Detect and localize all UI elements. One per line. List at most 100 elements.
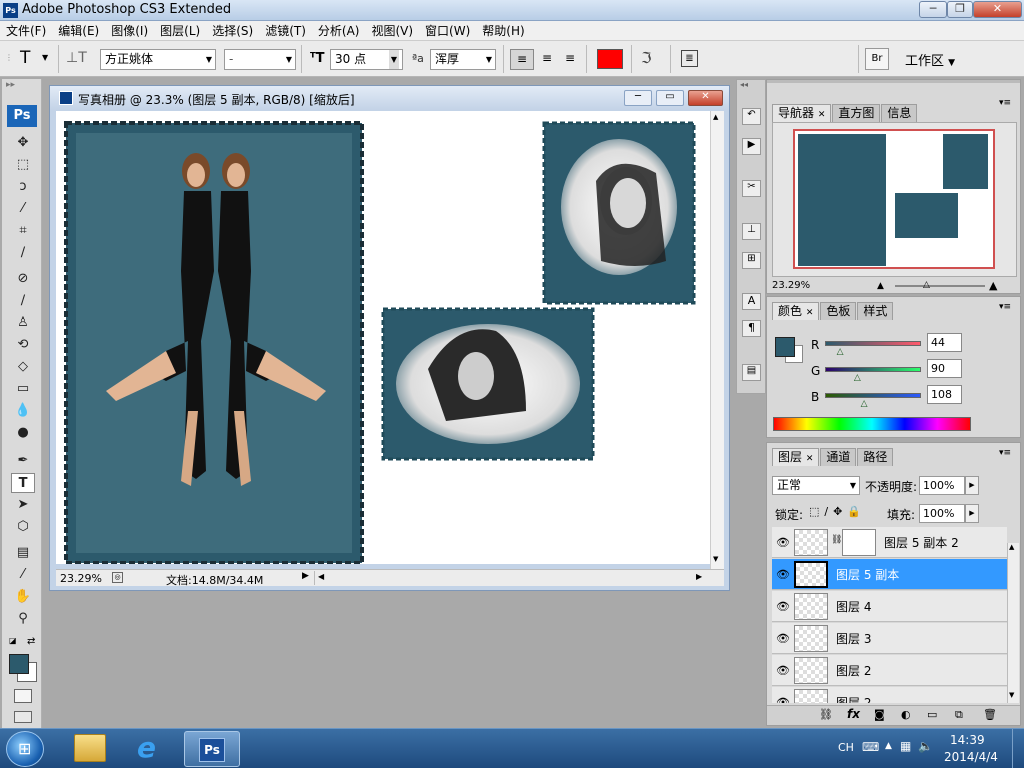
add-mask-icon[interactable]: ◙	[874, 708, 885, 721]
bridge-icon[interactable]: Br	[865, 48, 889, 70]
text-orientation-icon[interactable]: ⊥T	[66, 50, 87, 66]
panel-menu-icon[interactable]: ▾≡	[999, 302, 1011, 312]
r-slider-handle[interactable]: △	[837, 347, 844, 357]
fill-input[interactable]: 100%	[919, 504, 965, 523]
scroll-right-icon[interactable]: ▶	[696, 572, 702, 581]
photoshop-app-icon[interactable]: Ps	[3, 3, 18, 18]
panel-menu-icon[interactable]: ▾≡	[999, 448, 1011, 458]
clock-time[interactable]: 14:39	[950, 733, 985, 747]
eye-icon[interactable]: 👁	[776, 696, 790, 703]
type-tool-preset-icon[interactable]: T	[20, 48, 30, 68]
dodge-tool-icon[interactable]: ●	[11, 423, 35, 443]
tab-styles[interactable]: 样式	[857, 302, 894, 320]
expand-icon[interactable]: ◂◂	[740, 80, 748, 89]
menu-filter[interactable]: 滤镜(T)	[259, 21, 312, 41]
doc-minimize-button[interactable]: ─	[624, 90, 652, 106]
scroll-left-icon[interactable]: ◀	[318, 572, 324, 581]
tab-paths[interactable]: 路径	[857, 448, 894, 466]
marquee-tool-icon[interactable]: ⬚	[11, 155, 35, 175]
opacity-arrow-icon[interactable]: ▶	[965, 476, 979, 495]
history-brush-tool-icon[interactable]: ⟲	[11, 335, 35, 355]
menu-analysis[interactable]: 分析(A)	[312, 21, 366, 41]
align-center-icon[interactable]: ≡	[537, 49, 557, 70]
character-panel-icon[interactable]: ≣	[681, 50, 698, 67]
keyboard-icon[interactable]: ⌨	[862, 740, 879, 754]
type-tool-icon[interactable]: T	[11, 473, 35, 493]
zoom-level[interactable]: 23.29%	[60, 572, 102, 585]
menu-window[interactable]: 窗口(W)	[419, 21, 476, 41]
eye-icon[interactable]: 👁	[776, 600, 790, 613]
ie-taskbar-button[interactable]: e	[123, 731, 179, 767]
quick-mask-icon[interactable]	[14, 689, 32, 703]
gradient-tool-icon[interactable]: ▭	[11, 379, 35, 399]
new-group-icon[interactable]: ▭	[927, 708, 937, 721]
g-value[interactable]: 90	[927, 359, 962, 378]
zoom-slider[interactable]	[895, 285, 985, 287]
tab-info[interactable]: 信息	[881, 104, 918, 122]
clone-source-icon[interactable]: ⊞	[742, 252, 761, 269]
volume-icon[interactable]: 🔈	[918, 739, 933, 753]
antialias-select[interactable]: 浑厚 ▼	[430, 49, 496, 70]
layer-row[interactable]: 👁 图层 4	[772, 591, 1007, 622]
opacity-input[interactable]: 100%	[919, 476, 965, 495]
tab-layers[interactable]: 图层 ✕	[772, 448, 820, 466]
layer-row[interactable]: 👁 图层 3	[772, 623, 1007, 654]
magic-wand-tool-icon[interactable]: ⁄	[11, 199, 35, 219]
doc-close-button[interactable]: ✕	[688, 90, 723, 106]
slice-tool-icon[interactable]: ∕	[11, 243, 35, 263]
swap-colors-icon[interactable]: ⇄	[27, 636, 35, 647]
move-tool-icon[interactable]: ✥	[11, 133, 35, 153]
zoom-tool-icon[interactable]: ⚲	[11, 609, 35, 629]
color-fg-swatch[interactable]	[775, 337, 795, 357]
layer-row[interactable]: 👁 图层 2	[772, 655, 1007, 686]
show-desktop-button[interactable]	[1012, 729, 1024, 768]
menu-image[interactable]: 图像(I)	[105, 21, 154, 41]
photoshop-taskbar-button[interactable]: Ps	[184, 731, 240, 767]
link-icon[interactable]: ⛓	[831, 535, 842, 545]
notes-tool-icon[interactable]: ▤	[11, 543, 35, 563]
warp-text-icon[interactable]: ℑ	[641, 49, 651, 67]
minimize-button[interactable]: ─	[919, 1, 947, 18]
status-menu-icon[interactable]: ◎	[112, 572, 123, 583]
canvas[interactable]	[56, 111, 716, 564]
crop-tool-icon[interactable]: ⌗	[11, 221, 35, 241]
hand-tool-icon[interactable]: ✋	[11, 587, 35, 607]
close-icon[interactable]: ✕	[806, 454, 814, 464]
b-slider-handle[interactable]: △	[861, 399, 868, 409]
close-button[interactable]: ✕	[973, 1, 1022, 18]
input-language[interactable]: CH	[838, 741, 854, 754]
workspace-button[interactable]: 工作区 ▼	[905, 50, 955, 69]
menu-select[interactable]: 选择(S)	[206, 21, 259, 41]
close-icon[interactable]: ✕	[806, 308, 814, 318]
tab-swatches[interactable]: 色板	[820, 302, 857, 320]
clone-stamp-tool-icon[interactable]: ♙	[11, 313, 35, 333]
color-spectrum-bar[interactable]	[773, 417, 971, 431]
navigator-zoom[interactable]: 23.29%	[772, 280, 810, 291]
zoom-in-icon[interactable]: ▲	[989, 279, 997, 292]
align-left-icon[interactable]: ≡	[510, 49, 534, 70]
scroll-down-icon[interactable]: ▼	[713, 555, 718, 563]
menu-layer[interactable]: 图层(L)	[154, 21, 206, 41]
text-color-swatch[interactable]	[597, 49, 623, 69]
lock-icons[interactable]: ⬚∕✥🔒	[809, 505, 866, 518]
history-panel-icon[interactable]: ↶	[742, 108, 761, 125]
path-select-tool-icon[interactable]: ➤	[11, 495, 35, 515]
paragraph-panel-icon[interactable]: ¶	[742, 320, 761, 337]
character-panel-icon[interactable]: A	[742, 293, 761, 310]
menu-help[interactable]: 帮助(H)	[476, 21, 530, 41]
layer-comps-icon[interactable]: ▤	[742, 364, 761, 381]
b-slider[interactable]	[825, 393, 921, 398]
collapse-icon[interactable]: ▸▸	[6, 80, 15, 90]
default-colors-icon[interactable]: ◪	[9, 636, 17, 645]
menu-file[interactable]: 文件(F)	[0, 21, 52, 41]
tab-histogram[interactable]: 直方图	[832, 104, 881, 122]
r-slider[interactable]	[825, 341, 921, 346]
menu-edit[interactable]: 编辑(E)	[52, 21, 105, 41]
g-slider[interactable]	[825, 367, 921, 372]
blend-mode-select[interactable]: 正常 ▼	[772, 476, 860, 495]
panel-menu-icon[interactable]: ▾≡	[999, 98, 1011, 108]
explorer-taskbar-button[interactable]	[62, 731, 118, 767]
font-family-select[interactable]: 方正姚体 ▼	[100, 49, 216, 70]
eye-icon[interactable]: 👁	[776, 632, 790, 645]
healing-brush-tool-icon[interactable]: ⊘	[11, 269, 35, 289]
